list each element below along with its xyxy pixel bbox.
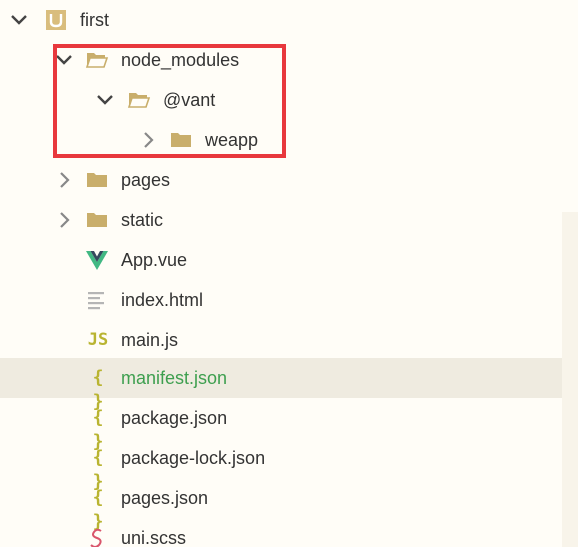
- tree-item-static[interactable]: static: [0, 200, 578, 240]
- tree-item-main-js[interactable]: JS main.js: [0, 320, 578, 360]
- chevron-right-icon[interactable]: [56, 171, 74, 189]
- folder-icon: [87, 173, 107, 187]
- tree-item-label: index.html: [121, 290, 204, 310]
- tree-item-label: manifest.json: [121, 368, 228, 388]
- tree-item-index-html[interactable]: index.html: [0, 280, 578, 320]
- tree-item-weapp[interactable]: weapp: [0, 120, 578, 160]
- vue-icon: [86, 251, 108, 270]
- html-file-icon: [88, 292, 104, 310]
- tree-item-label: weapp: [205, 130, 259, 150]
- json-file-icon: { }: [92, 447, 104, 492]
- tree-item-app-vue[interactable]: App.vue: [0, 240, 578, 280]
- tree-item-vant[interactable]: @vant: [0, 80, 578, 120]
- tree-item-package-lock-json[interactable]: { } package-lock.json: [0, 438, 578, 492]
- folder-icon: [87, 213, 107, 227]
- tree-item-label: pages: [121, 170, 171, 190]
- tree-item-label: pages.json: [121, 488, 209, 508]
- json-file-icon: { }: [92, 367, 104, 412]
- tree-item-label: package.json: [121, 408, 228, 428]
- chevron-down-icon[interactable]: [55, 51, 73, 69]
- scss-file-icon: [90, 528, 102, 547]
- js-file-icon: JS: [87, 330, 109, 350]
- tree-item-package-json[interactable]: { } package.json: [0, 398, 578, 452]
- project-icon: [46, 10, 66, 30]
- tree-item-label: static: [121, 210, 164, 230]
- tree-item-label: main.js: [121, 330, 179, 350]
- tree-item-pages-json[interactable]: { } pages.json: [0, 478, 578, 532]
- folder-open-icon: [85, 53, 109, 68]
- chevron-right-icon[interactable]: [140, 131, 158, 149]
- tree-item-first[interactable]: first: [0, 0, 578, 40]
- file-explorer-tree: first node_modules @vant weapp pages sta…: [0, 0, 578, 547]
- tree-item-label: package-lock.json: [121, 448, 266, 468]
- folder-open-icon: [127, 93, 151, 108]
- folder-icon: [171, 133, 191, 147]
- tree-item-uni-scss[interactable]: uni.scss: [0, 518, 578, 547]
- tree-item-pages[interactable]: pages: [0, 160, 578, 200]
- json-file-icon: { }: [92, 487, 104, 532]
- chevron-right-icon[interactable]: [56, 211, 74, 229]
- tree-item-label: node_modules: [121, 50, 240, 70]
- tree-item-manifest-json[interactable]: { } manifest.json: [0, 358, 562, 412]
- chevron-down-icon[interactable]: [10, 11, 28, 29]
- chevron-down-icon[interactable]: [96, 91, 114, 109]
- tree-item-label: @vant: [163, 90, 216, 110]
- json-file-icon: { }: [92, 407, 104, 452]
- tree-item-label: App.vue: [121, 250, 188, 270]
- tree-item-label: first: [80, 10, 109, 30]
- tree-item-node-modules[interactable]: node_modules: [0, 40, 578, 80]
- tree-item-label: uni.scss: [121, 528, 187, 547]
